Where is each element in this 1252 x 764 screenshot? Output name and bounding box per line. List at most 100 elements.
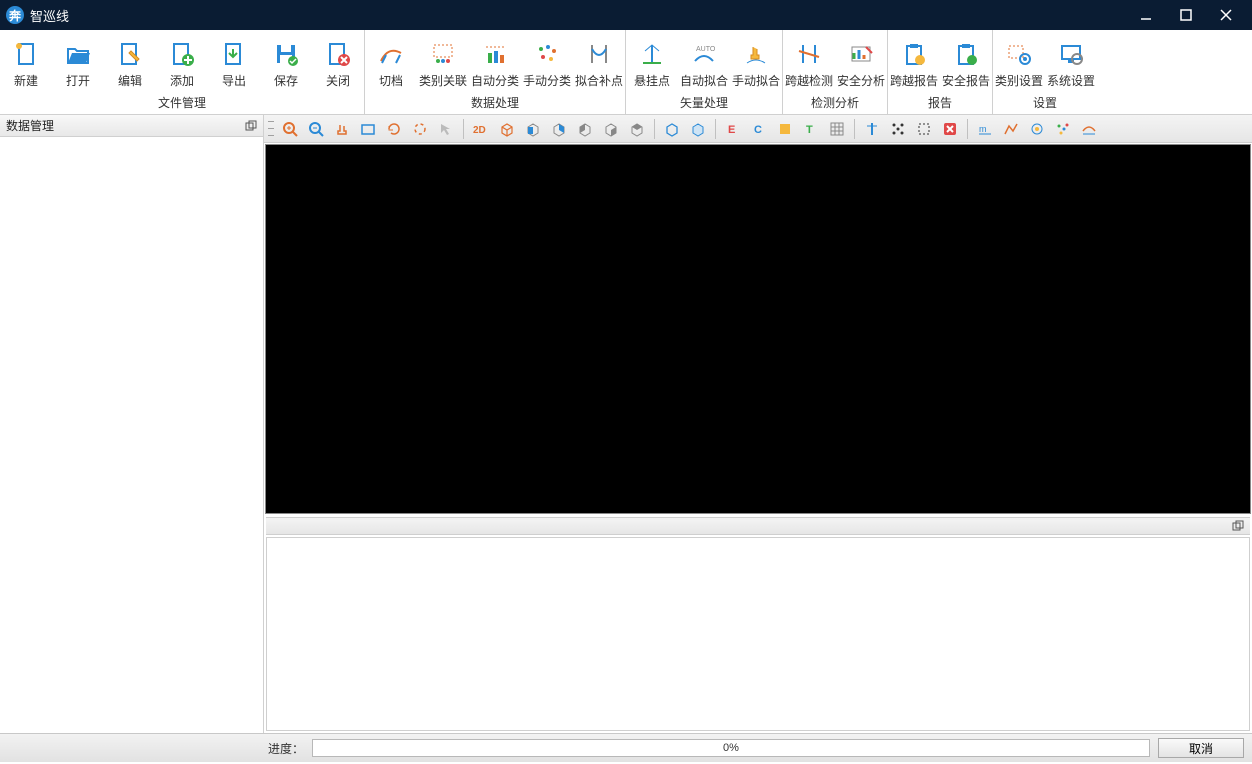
fit-points-icon [585,40,613,68]
undock-icon[interactable] [245,120,257,132]
select-button[interactable] [434,118,458,140]
ribbon-group-label: 设置 [993,92,1097,114]
svg-text:2D: 2D [473,125,486,136]
crop-tool-button[interactable] [912,118,936,140]
svg-text:m: m [979,124,987,134]
bottom-panel-body [266,537,1250,731]
pan-button[interactable] [330,118,354,140]
color-tile-button[interactable]: T [799,118,823,140]
zoom-out-button[interactable] [304,118,328,140]
data-panel-title: 数据管理 [6,117,54,134]
content-row: 数据管理 2D E C [0,115,1252,733]
cut-section-button[interactable]: 切档 [365,30,417,92]
extent-button[interactable] [356,118,380,140]
svg-text:AUTO: AUTO [696,46,716,53]
manual-classify-button[interactable]: 手动分类 [521,30,573,92]
close-button[interactable] [1206,0,1246,30]
svg-text:E: E [728,124,735,136]
new-button[interactable]: 新建 [0,30,52,92]
manual-fit-button[interactable]: 手动拟合 [730,30,782,92]
separator [715,119,716,139]
cancel-button[interactable]: 取消 [1158,738,1244,758]
svg-text:C: C [754,124,762,136]
progress-percent: 0% [723,742,739,754]
color-class-button[interactable]: C [747,118,771,140]
rotate-button[interactable] [408,118,432,140]
manual-fit-icon [742,40,770,68]
toolbar-handle-icon[interactable] [268,119,274,139]
color-elev-button[interactable]: E [721,118,745,140]
undock-icon[interactable] [1232,520,1244,532]
box-b-button[interactable] [686,118,710,140]
mark-button[interactable] [1025,118,1049,140]
save-button[interactable]: 保存 [260,30,312,92]
view-top-button[interactable] [625,118,649,140]
add-button[interactable]: 添加 [156,30,208,92]
auto-classify-button[interactable]: 自动分类 [469,30,521,92]
section-icon [377,40,405,68]
svg-text:T: T [806,124,813,136]
system-settings-button[interactable]: 系统设置 [1045,30,1097,92]
ribbon-group-vector: 悬挂点 AUTO自动拟合 手动拟合 矢量处理 [626,30,783,114]
data-panel: 数据管理 [0,115,264,733]
ribbon-group-file: 新建 打开 编辑 添加 导出 保存 关闭 文件管理 [0,30,365,114]
auto-fit-button[interactable]: AUTO自动拟合 [678,30,730,92]
separator [463,119,464,139]
data-panel-header: 数据管理 [0,115,263,137]
app-logo-icon: 奔 [6,6,24,24]
minimize-button[interactable] [1126,0,1166,30]
curve-button[interactable] [1077,118,1101,140]
view-2d-button[interactable]: 2D [469,118,493,140]
view-toolbar: 2D E C T m [264,115,1252,143]
zoom-in-button[interactable] [278,118,302,140]
close-file-button[interactable]: 关闭 [312,30,364,92]
separator [654,119,655,139]
open-button[interactable]: 打开 [52,30,104,92]
view-back-button[interactable] [547,118,571,140]
class-link-button[interactable]: 类别关联 [417,30,469,92]
view-right-button[interactable] [599,118,623,140]
grid-button[interactable] [825,118,849,140]
ribbon-group-report: 跨越报告 安全报告 报告 [888,30,993,114]
progress-bar: 0% [312,739,1150,757]
tower-tool-button[interactable] [860,118,884,140]
export-icon [220,40,248,68]
cross-detect-icon [795,40,823,68]
export-button[interactable]: 导出 [208,30,260,92]
color-intensity-button[interactable] [773,118,797,140]
safety-analysis-button[interactable]: 安全分析 [835,30,887,92]
hang-point-icon [638,40,666,68]
refresh-button[interactable] [382,118,406,140]
separator [854,119,855,139]
safety-icon [847,40,875,68]
view-persp-button[interactable] [495,118,519,140]
cross-report-button[interactable]: 跨越报告 [888,30,940,92]
ribbon-group-label: 检测分析 [783,92,887,114]
scatter-button[interactable] [1051,118,1075,140]
bottom-panel-header [266,517,1250,535]
progress-label: 进度： [268,740,304,757]
safety-report-button[interactable]: 安全报告 [940,30,992,92]
clipboard-icon [900,40,928,68]
cross-detect-button[interactable]: 跨越检测 [783,30,835,92]
delete-tool-button[interactable] [938,118,962,140]
points-tool-button[interactable] [886,118,910,140]
viewport-3d[interactable] [265,144,1251,514]
view-left-button[interactable] [573,118,597,140]
ribbon: 新建 打开 编辑 添加 导出 保存 关闭 文件管理 切档 类别关联 自动分类 手… [0,30,1252,115]
titlebar: 奔 智巡线 [0,0,1252,30]
class-settings-button[interactable]: 类别设置 [993,30,1045,92]
bottom-panel [264,517,1252,733]
maximize-button[interactable] [1166,0,1206,30]
view-front-button[interactable] [521,118,545,140]
data-panel-body [0,137,263,733]
hang-point-button[interactable]: 悬挂点 [626,30,678,92]
ribbon-group-label: 矢量处理 [626,92,782,114]
measure-button[interactable]: m [973,118,997,140]
ribbon-group-analysis: 跨越检测 安全分析 检测分析 [783,30,888,114]
profile-button[interactable] [999,118,1023,140]
fit-points-button[interactable]: 拟合补点 [573,30,625,92]
class-settings-icon [1005,40,1033,68]
box-a-button[interactable] [660,118,684,140]
edit-button[interactable]: 编辑 [104,30,156,92]
